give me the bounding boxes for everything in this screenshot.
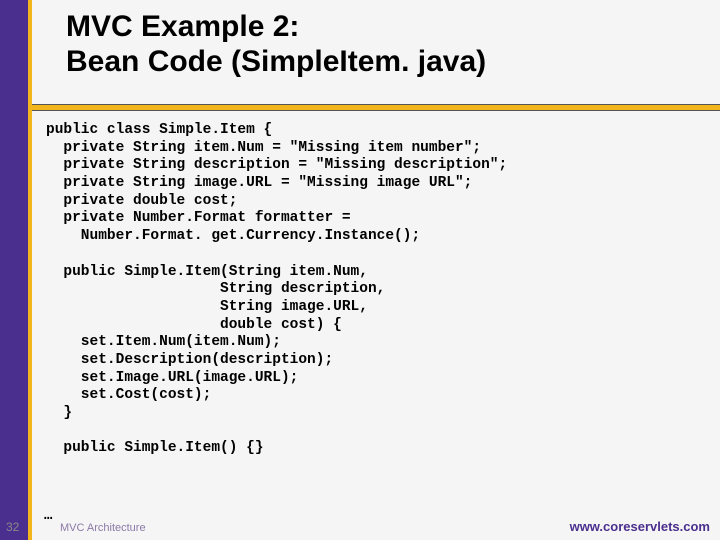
code-line: public class Simple.Item { xyxy=(46,122,272,138)
code-line: private String item.Num = "Missing item … xyxy=(46,140,481,156)
page-number: 32 xyxy=(6,520,19,534)
code-line: set.Image.URL(image.URL); xyxy=(46,370,298,386)
title-underline xyxy=(32,104,720,111)
code-line: set.Item.Num(item.Num); xyxy=(46,334,281,350)
slide-title: MVC Example 2: Bean Code (SimpleItem. ja… xyxy=(66,10,700,79)
code-block: public class Simple.Item { private Strin… xyxy=(46,122,706,458)
code-line: private String image.URL = "Missing imag… xyxy=(46,175,472,191)
title-line-1: MVC Example 2: xyxy=(66,10,299,43)
footer-left-label: MVC Architecture xyxy=(60,522,146,534)
code-line: private String description = "Missing de… xyxy=(46,157,507,173)
code-line: public Simple.Item() {} xyxy=(46,440,264,456)
code-line: set.Description(description); xyxy=(46,352,333,368)
ellipsis: … xyxy=(44,508,52,524)
title-band: MVC Example 2: Bean Code (SimpleItem. ja… xyxy=(32,0,720,104)
code-line: public Simple.Item(String item.Num, xyxy=(46,264,368,280)
left-stripe xyxy=(0,0,28,540)
code-line: private double cost; xyxy=(46,193,237,209)
code-line: private Number.Format formatter = xyxy=(46,210,351,226)
code-line: Number.Format. get.Currency.Instance(); xyxy=(46,228,420,244)
code-line: set.Cost(cost); xyxy=(46,387,211,403)
code-line: } xyxy=(46,405,72,421)
title-line-2: Bean Code (SimpleItem. java) xyxy=(66,45,486,78)
code-line: String image.URL, xyxy=(46,299,368,315)
code-line: double cost) { xyxy=(46,317,342,333)
code-line: String description, xyxy=(46,281,385,297)
footer-url: www.coreservlets.com xyxy=(570,519,710,534)
